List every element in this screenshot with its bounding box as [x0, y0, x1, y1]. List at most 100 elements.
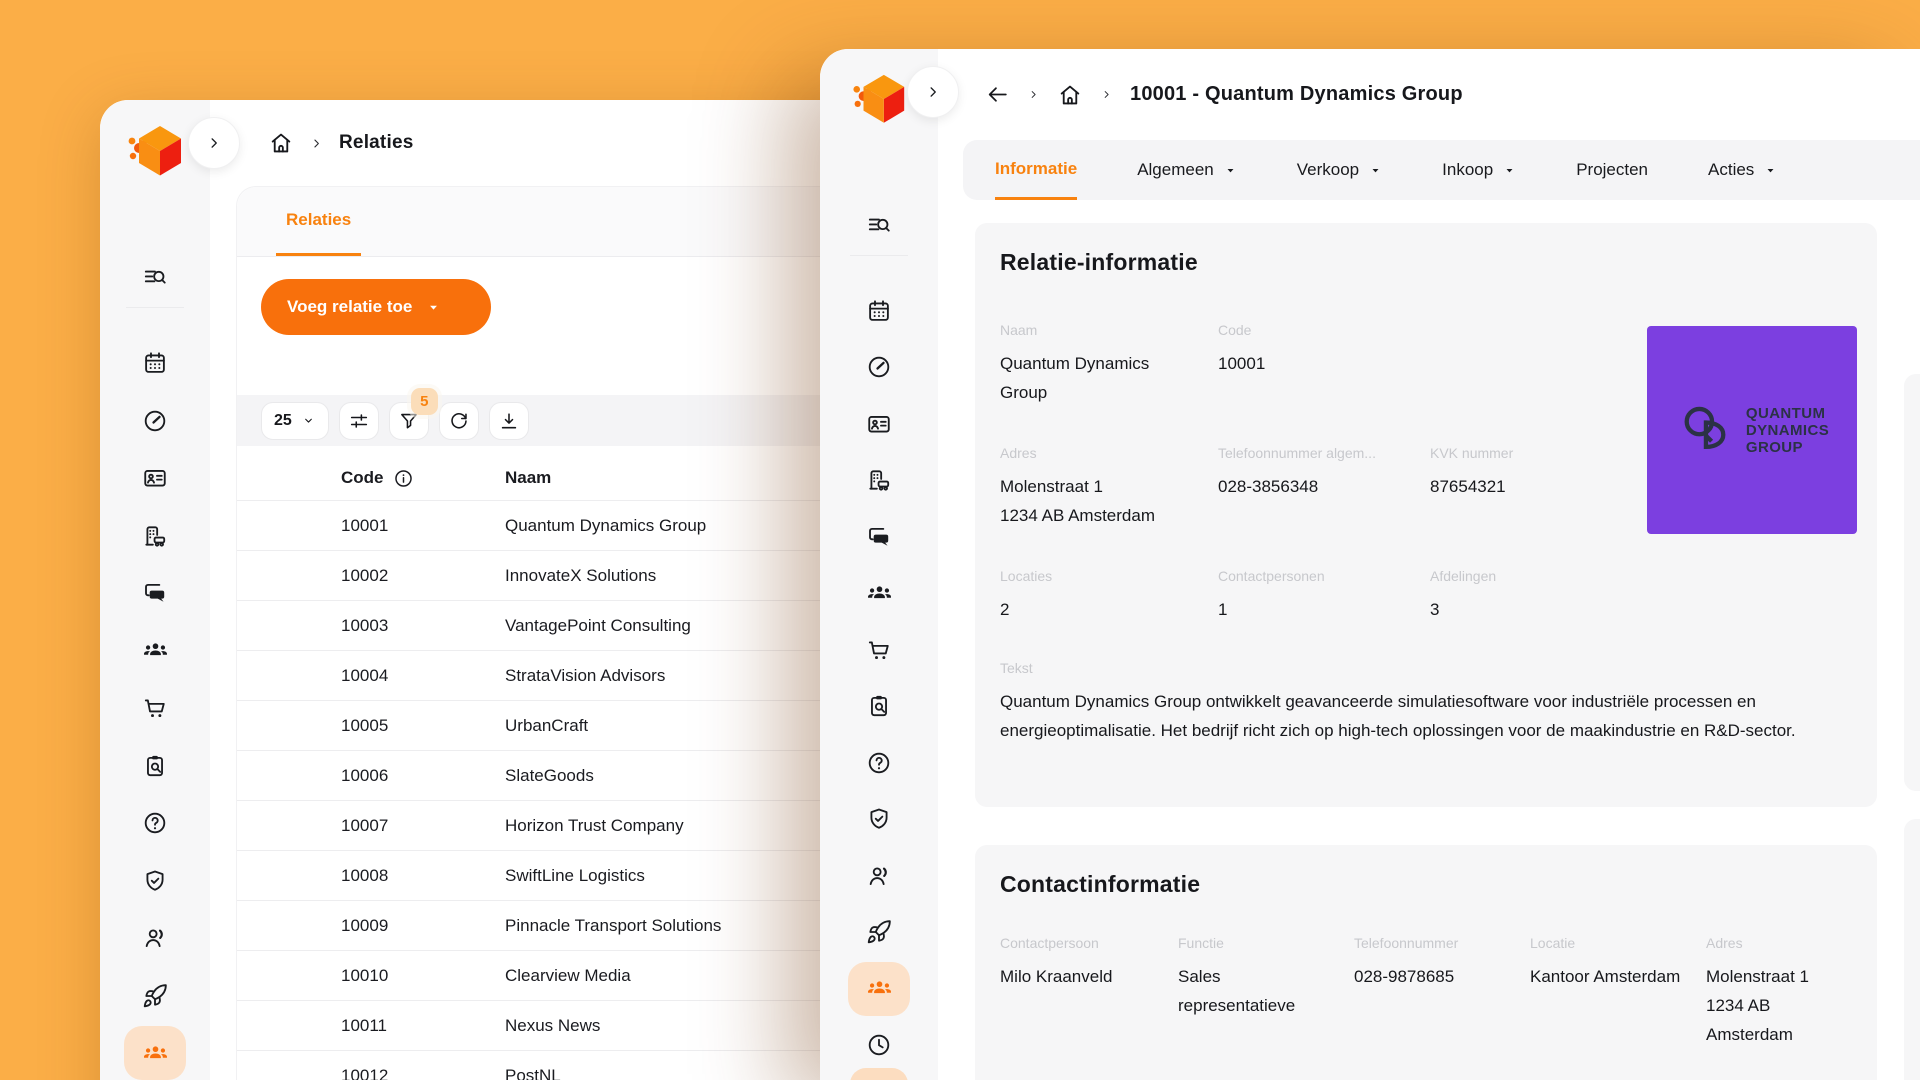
download-button[interactable]: [489, 402, 529, 440]
sidebar-item-cart[interactable]: [100, 680, 210, 738]
tab-projecten[interactable]: Projecten: [1576, 140, 1648, 200]
sidebar-item-relaties-active[interactable]: [100, 1025, 210, 1080]
chevron-right-icon: [924, 83, 942, 101]
detail-tabstrip: Informatie Algemeen Verkoop Inkoop Proje…: [963, 140, 1920, 200]
sidebar-item-relaties-active[interactable]: [820, 961, 938, 1018]
clock-icon: [866, 1032, 892, 1058]
info-icon[interactable]: [393, 468, 414, 489]
field-functie: Functie Sales representatieve: [1178, 935, 1354, 1049]
sidebar-item-calendar[interactable]: [100, 335, 210, 393]
sidebar-item-orders[interactable]: [820, 678, 938, 735]
gauge-icon: [142, 408, 168, 434]
sidebar-item-dashboard[interactable]: [820, 339, 938, 396]
id-card-icon: [866, 411, 892, 437]
sidebar-item-chat[interactable]: [820, 509, 938, 566]
sidebar-item-contacts[interactable]: [100, 450, 210, 508]
add-relation-label: Voeg relatie toe: [287, 297, 412, 317]
caret-down-icon: [1224, 164, 1237, 177]
rocket-icon: [866, 919, 892, 945]
sidebar-item-rocket[interactable]: [820, 904, 938, 961]
code-header-label: Code: [341, 468, 384, 488]
people-group-icon: [866, 580, 893, 607]
field-adres: Adres Molenstraat 1 1234 AB Amsterdam: [1000, 445, 1218, 530]
gauge-icon: [866, 354, 892, 380]
filter-count-badge: 5: [411, 388, 438, 415]
card-title: Contactinformatie: [1000, 871, 1852, 898]
sidebar-expand-button[interactable]: [188, 117, 240, 169]
sidebar-item-groups[interactable]: [100, 622, 210, 680]
sidebar-item-history[interactable]: [820, 1017, 938, 1074]
field-contactpersoon: Contactpersoon Milo Kraanveld: [1000, 935, 1178, 1049]
people-group-icon: [866, 975, 893, 1002]
chevron-down-icon: [301, 413, 316, 428]
cut-off-pill: [850, 1068, 908, 1080]
sidebar-divider: [126, 307, 184, 308]
sidebar-item-company[interactable]: [820, 452, 938, 509]
tab-acties[interactable]: Acties: [1708, 140, 1777, 200]
calendar-icon: [142, 350, 168, 376]
sidebar-item-help[interactable]: [820, 735, 938, 792]
sidebar-item-person[interactable]: [100, 910, 210, 968]
page-size-select[interactable]: 25: [261, 402, 329, 440]
people-group-icon: [142, 637, 169, 664]
chevron-right-icon: [1100, 88, 1113, 101]
column-settings-button[interactable]: [339, 402, 379, 440]
app-logo: [123, 120, 187, 184]
home-icon[interactable]: [1057, 82, 1083, 108]
offscreen-card-sliver: [1904, 819, 1920, 1080]
field-contactpersonen: Contactpersonen 1: [1218, 568, 1430, 624]
sidebar-item-security[interactable]: [100, 852, 210, 910]
breadcrumb: 10001 - Quantum Dynamics Group: [938, 49, 1920, 140]
contactinformatie-card: Contactinformatie Contactpersoon Milo Kr…: [975, 845, 1877, 1080]
back-arrow-icon[interactable]: [985, 82, 1010, 107]
app-logo: [848, 69, 910, 131]
person-icon: [866, 863, 892, 889]
person-icon: [142, 925, 168, 951]
sidebar-item-search[interactable]: [820, 197, 938, 254]
field-kvk: KVK nummer 87654321: [1430, 445, 1645, 530]
sliders-icon: [348, 410, 370, 432]
sidebar-item-groups[interactable]: [820, 565, 938, 622]
add-relation-button[interactable]: Voeg relatie toe: [261, 279, 491, 335]
company-logo-text: QUANTUM DYNAMICS GROUP: [1746, 405, 1829, 456]
search-list-icon: [866, 212, 892, 238]
chat-icon: [866, 524, 892, 550]
clipboard-search-icon: [866, 693, 892, 719]
sidebar-item-orders[interactable]: [100, 737, 210, 795]
front-sidebar: [820, 49, 938, 1080]
sidebar-item-cart[interactable]: [820, 622, 938, 679]
sidebar-item-search[interactable]: [100, 248, 210, 306]
field-telefoonnummer: Telefoonnummer algem... 028-3856348: [1218, 445, 1430, 530]
front-sidebar-nav: [820, 197, 938, 1074]
sidebar-item-security[interactable]: [820, 791, 938, 848]
tab-informatie[interactable]: Informatie: [995, 140, 1077, 200]
tab-algemeen[interactable]: Algemeen: [1137, 140, 1237, 200]
sidebar-item-contacts[interactable]: [820, 396, 938, 453]
sidebar-item-dashboard[interactable]: [100, 392, 210, 450]
cart-icon: [866, 637, 892, 663]
building-car-icon: [866, 467, 892, 493]
sidebar-item-person[interactable]: [820, 848, 938, 905]
tab-relaties[interactable]: Relaties: [276, 187, 361, 256]
chat-icon: [142, 580, 168, 606]
home-icon[interactable]: [268, 130, 294, 156]
download-icon: [498, 410, 520, 432]
sidebar-item-help[interactable]: [100, 795, 210, 853]
field-locaties: Locaties 2: [1000, 568, 1218, 624]
refresh-button[interactable]: [439, 402, 479, 440]
sidebar-divider: [850, 255, 908, 256]
sidebar-item-company[interactable]: [100, 507, 210, 565]
sidebar-item-calendar[interactable]: [820, 283, 938, 340]
page-title: Relaties: [339, 132, 413, 154]
sidebar-expand-button[interactable]: [907, 66, 959, 118]
tab-verkoop[interactable]: Verkoop: [1297, 140, 1382, 200]
quantum-dynamics-logo-icon: [1675, 400, 1735, 460]
caret-down-icon: [1503, 164, 1516, 177]
company-logo-tile: QUANTUM DYNAMICS GROUP: [1647, 326, 1857, 534]
tab-inkoop[interactable]: Inkoop: [1442, 140, 1516, 200]
people-group-icon: [142, 1040, 169, 1067]
field-telefoonnummer: Telefoonnummer 028-9878685: [1354, 935, 1530, 1049]
sidebar-item-rocket[interactable]: [100, 967, 210, 1025]
sidebar-item-chat[interactable]: [100, 565, 210, 623]
building-car-icon: [142, 523, 168, 549]
